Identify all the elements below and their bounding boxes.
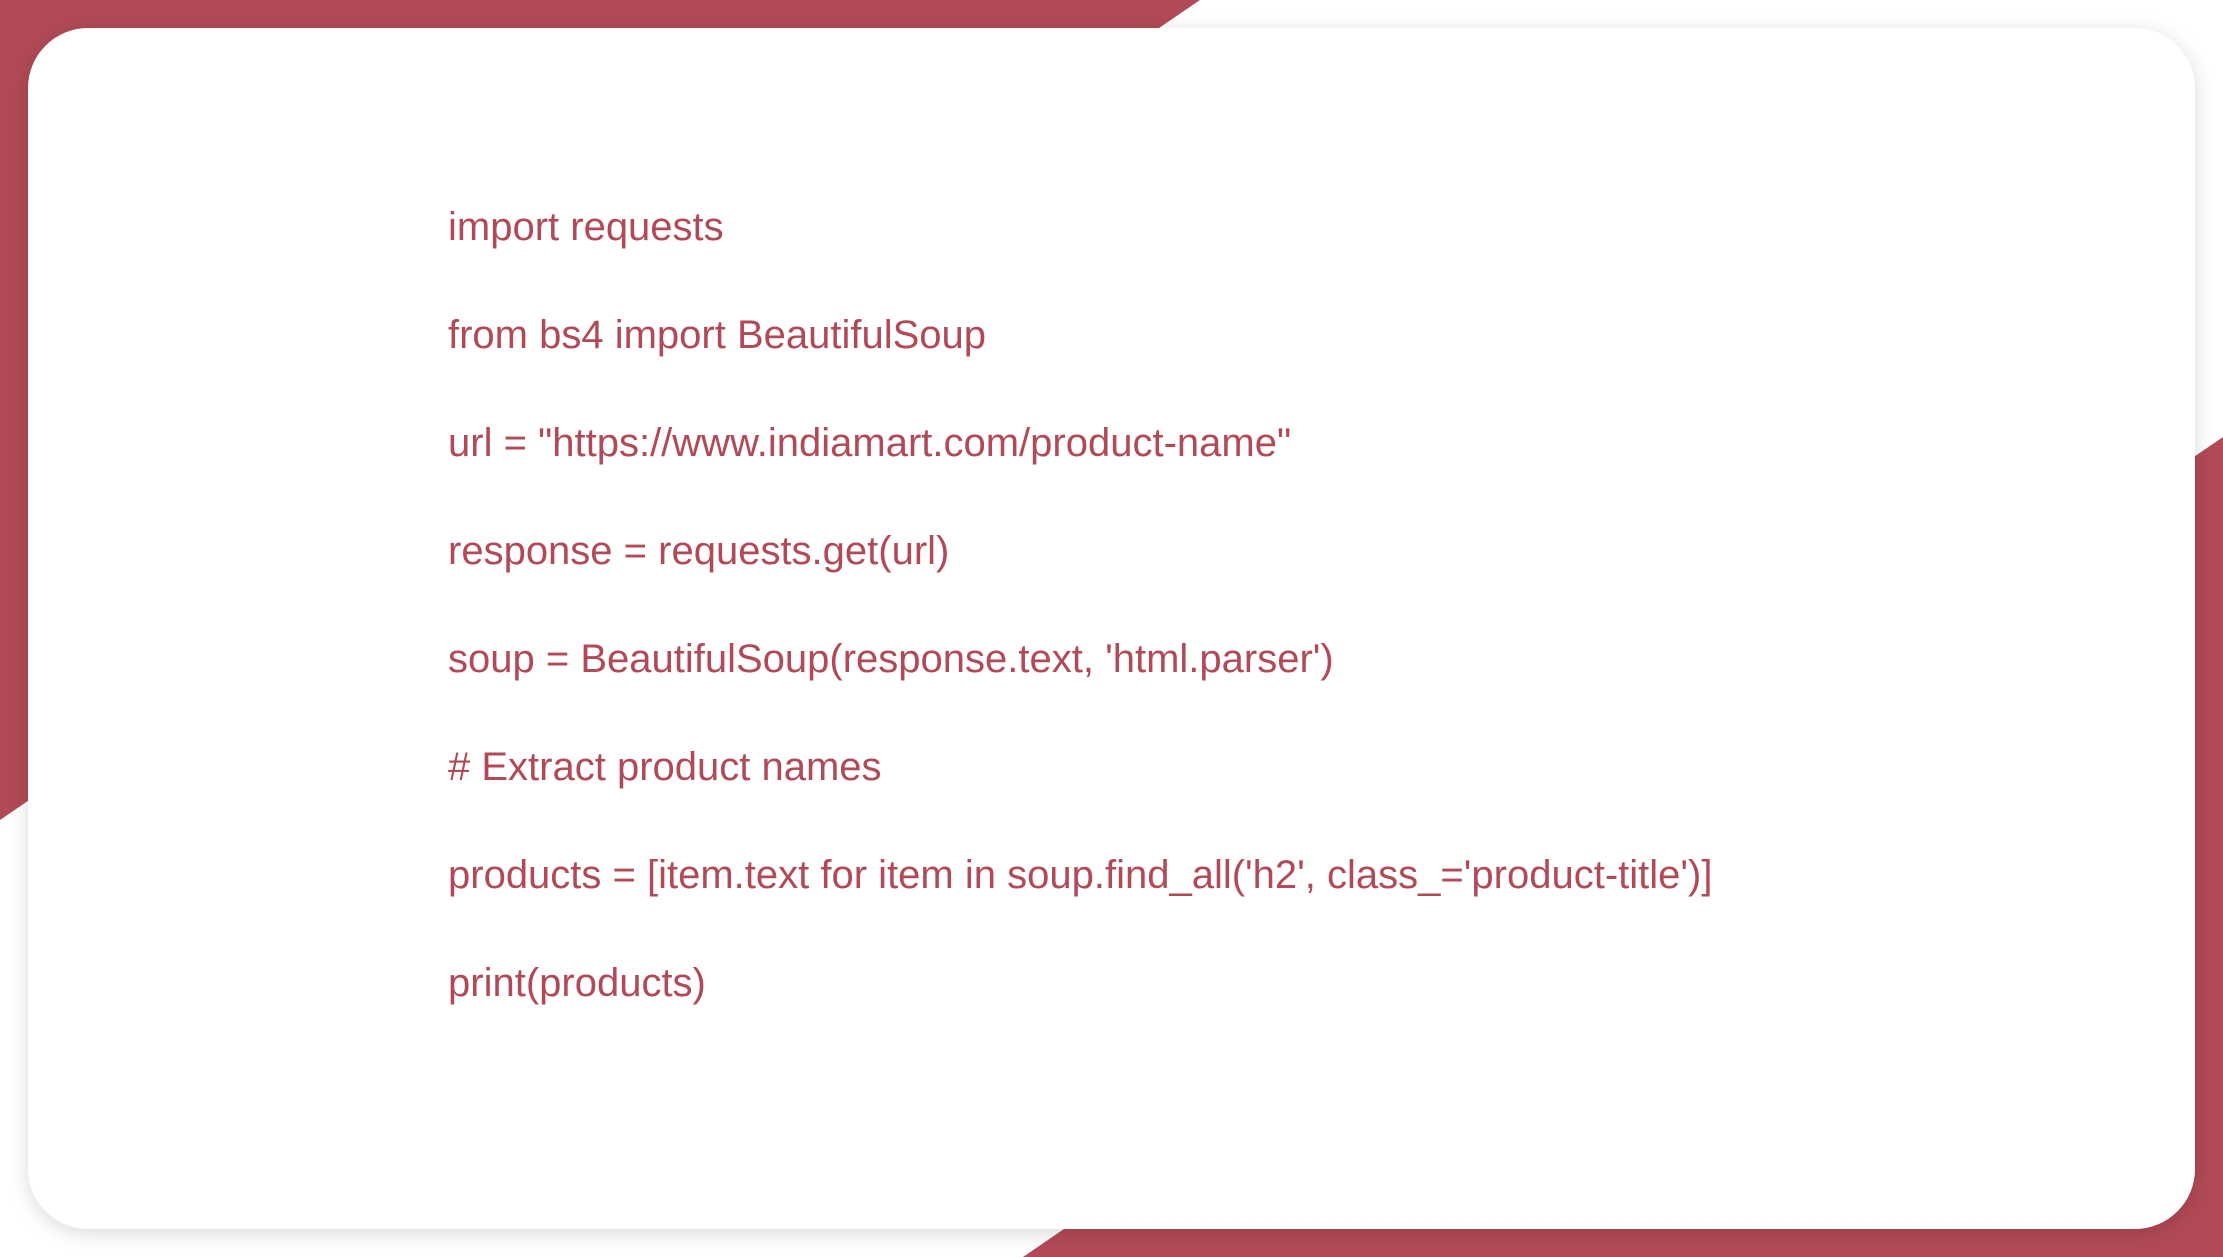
- content-card: import requests from bs4 import Beautifu…: [28, 28, 2195, 1229]
- code-line: response = requests.get(url): [448, 527, 1775, 575]
- code-line: url = "https://www.indiamart.com/product…: [448, 419, 1775, 467]
- code-block: import requests from bs4 import Beautifu…: [448, 203, 1775, 1007]
- code-line: from bs4 import BeautifulSoup: [448, 311, 1775, 359]
- code-line: import requests: [448, 203, 1775, 251]
- code-line: print(products): [448, 959, 1775, 1007]
- code-line: products = [item.text for item in soup.f…: [448, 851, 1775, 899]
- code-line: soup = BeautifulSoup(response.text, 'htm…: [448, 635, 1775, 683]
- code-line: # Extract product names: [448, 743, 1775, 791]
